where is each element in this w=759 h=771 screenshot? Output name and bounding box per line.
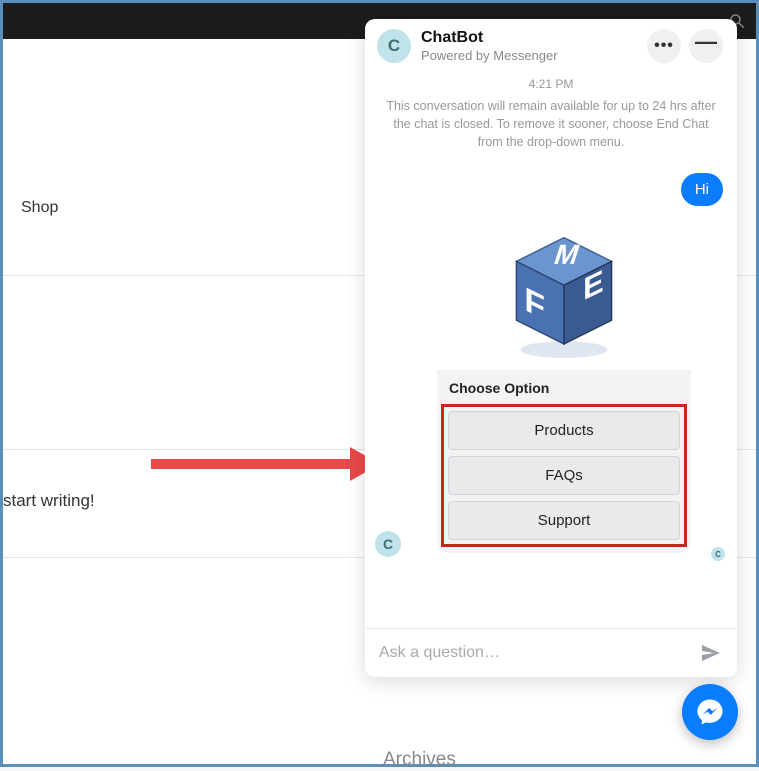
minimize-icon: — — [695, 29, 717, 55]
archives-heading: Archives — [383, 749, 456, 771]
option-products[interactable]: Products — [448, 411, 680, 450]
option-faqs[interactable]: FAQs — [448, 456, 680, 495]
chat-title-block: ChatBot Powered by Messenger — [421, 29, 637, 63]
chat-body: 4:21 PM This conversation will remain av… — [365, 73, 737, 628]
start-writing-text: start writing! — [3, 491, 95, 511]
annotation-arrow — [151, 447, 380, 481]
avatar: C — [377, 29, 411, 63]
user-message: Hi — [379, 173, 723, 206]
option-support[interactable]: Support — [448, 501, 680, 540]
card-image: M F E — [437, 220, 691, 370]
seen-indicator-avatar: C — [711, 547, 725, 561]
chat-header-actions: ••• — — [647, 29, 723, 63]
bot-avatar-small: C — [375, 531, 401, 557]
card-label: Choose Option — [437, 370, 691, 404]
messenger-launcher-button[interactable] — [682, 684, 738, 740]
cube-logo-icon: M F E — [494, 225, 634, 365]
arrow-shaft — [151, 459, 355, 469]
timestamp: 4:21 PM — [379, 77, 723, 91]
send-icon — [699, 641, 723, 665]
chat-input-row — [365, 628, 737, 677]
minimize-button[interactable]: — — [689, 29, 723, 63]
shop-link[interactable]: Shop — [21, 199, 58, 217]
user-message-bubble: Hi — [681, 173, 723, 206]
messenger-icon — [695, 697, 725, 727]
options-card: M F E Choose Option Products FAQs Suppor… — [437, 220, 691, 553]
more-options-button[interactable]: ••• — [647, 29, 681, 63]
options-highlight-box: Products FAQs Support — [441, 404, 687, 547]
chat-widget: C ChatBot Powered by Messenger ••• — 4:2… — [365, 19, 737, 677]
chat-input[interactable] — [379, 644, 689, 662]
chat-header: C ChatBot Powered by Messenger ••• — — [365, 19, 737, 73]
chat-subtitle: Powered by Messenger — [421, 48, 637, 63]
more-icon: ••• — [654, 37, 674, 55]
send-button[interactable] — [699, 641, 723, 665]
disclaimer-text: This conversation will remain available … — [379, 97, 723, 151]
chat-title: ChatBot — [421, 29, 637, 47]
bot-card-block: C C M F E Choose Option Product — [379, 220, 723, 553]
